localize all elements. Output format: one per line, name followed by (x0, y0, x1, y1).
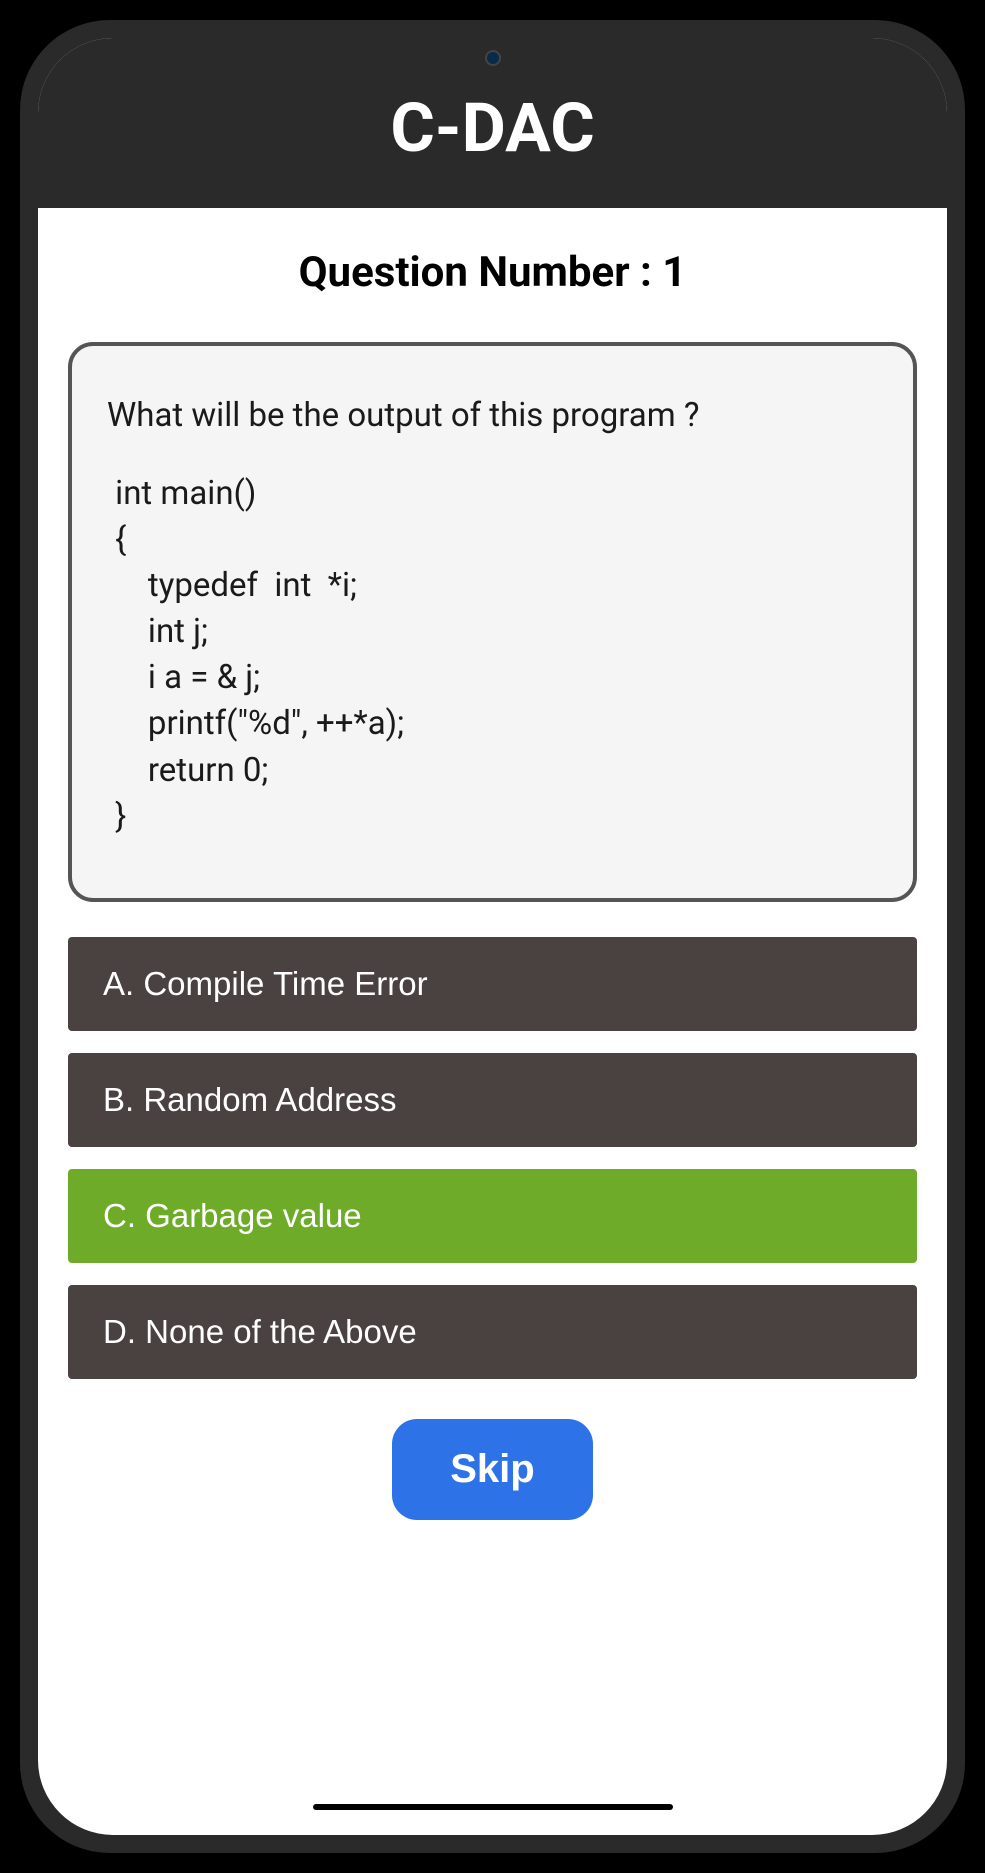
phone-frame: C-DAC Question Number : 1 What will be t… (20, 20, 965, 1853)
option-label: B. Random Address (103, 1081, 397, 1118)
question-code: int main() { typedef int *i; int j; i a … (107, 471, 878, 841)
option-a[interactable]: A. Compile Time Error (68, 937, 917, 1031)
content-area: Question Number : 1 What will be the out… (38, 208, 947, 1825)
phone-notch (403, 38, 583, 78)
phone-screen: C-DAC Question Number : 1 What will be t… (38, 38, 947, 1835)
option-c[interactable]: C. Garbage value (68, 1169, 917, 1263)
option-b[interactable]: B. Random Address (68, 1053, 917, 1147)
app-title: C-DAC (38, 88, 947, 168)
skip-button-container: Skip (68, 1419, 917, 1520)
skip-button[interactable]: Skip (392, 1419, 592, 1520)
option-label: A. Compile Time Error (103, 965, 428, 1002)
home-indicator[interactable] (313, 1804, 673, 1810)
question-box: What will be the output of this program … (68, 342, 917, 902)
option-label: C. Garbage value (103, 1197, 362, 1234)
option-d[interactable]: D. None of the Above (68, 1285, 917, 1379)
question-prompt: What will be the output of this program … (107, 391, 878, 441)
option-label: D. None of the Above (103, 1313, 417, 1350)
options-list: A. Compile Time Error B. Random Address … (68, 937, 917, 1379)
skip-button-label: Skip (450, 1447, 534, 1491)
camera-icon (485, 50, 501, 66)
question-number-label: Question Number : 1 (68, 248, 917, 297)
